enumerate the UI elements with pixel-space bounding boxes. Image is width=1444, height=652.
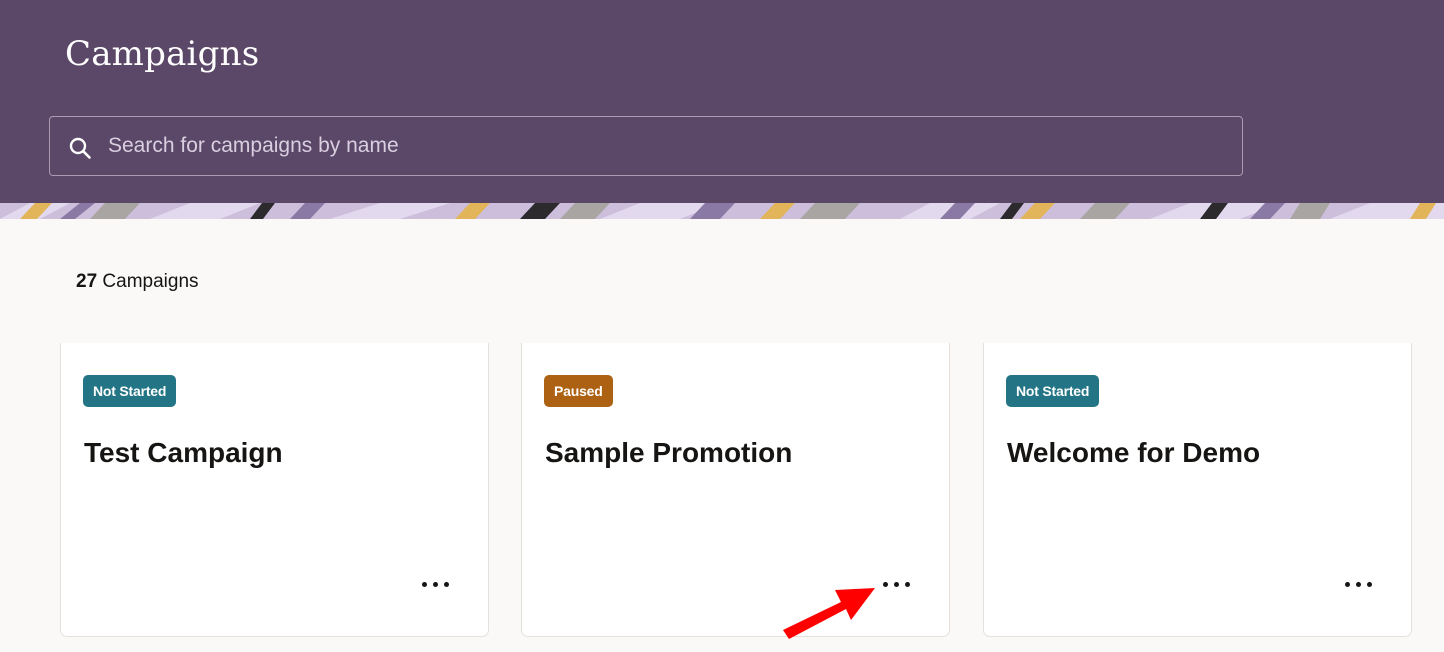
page-title: Campaigns — [65, 34, 260, 74]
status-badge: Not Started — [83, 375, 177, 407]
more-options-icon[interactable] — [420, 573, 452, 595]
search-icon — [69, 137, 91, 159]
red-arrow-icon — [783, 588, 875, 639]
campaign-title[interactable]: Test Campaign — [84, 437, 283, 469]
page-header: Campaigns — [0, 0, 1444, 204]
campaign-card[interactable]: Not Started Welcome for Demo — [983, 343, 1412, 637]
search-input[interactable] — [108, 117, 1228, 175]
status-badge: Paused — [544, 375, 613, 407]
campaign-card[interactable]: Not Started Test Campaign — [60, 343, 489, 637]
more-options-icon[interactable] — [881, 573, 913, 595]
campaign-count-label: Campaigns — [102, 271, 199, 292]
campaign-title[interactable]: Welcome for Demo — [1007, 437, 1260, 469]
banner-pattern — [0, 203, 1444, 219]
more-options-icon[interactable] — [1343, 573, 1375, 595]
decorative-banner — [0, 203, 1444, 219]
search-box[interactable] — [49, 116, 1243, 176]
campaign-title[interactable]: Sample Promotion — [545, 437, 792, 469]
campaign-count-number: 27 — [76, 271, 98, 292]
status-badge: Not Started — [1006, 375, 1100, 407]
campaign-card[interactable]: Paused Sample Promotion — [521, 343, 950, 637]
campaign-count: 27 Campaigns — [76, 271, 199, 293]
